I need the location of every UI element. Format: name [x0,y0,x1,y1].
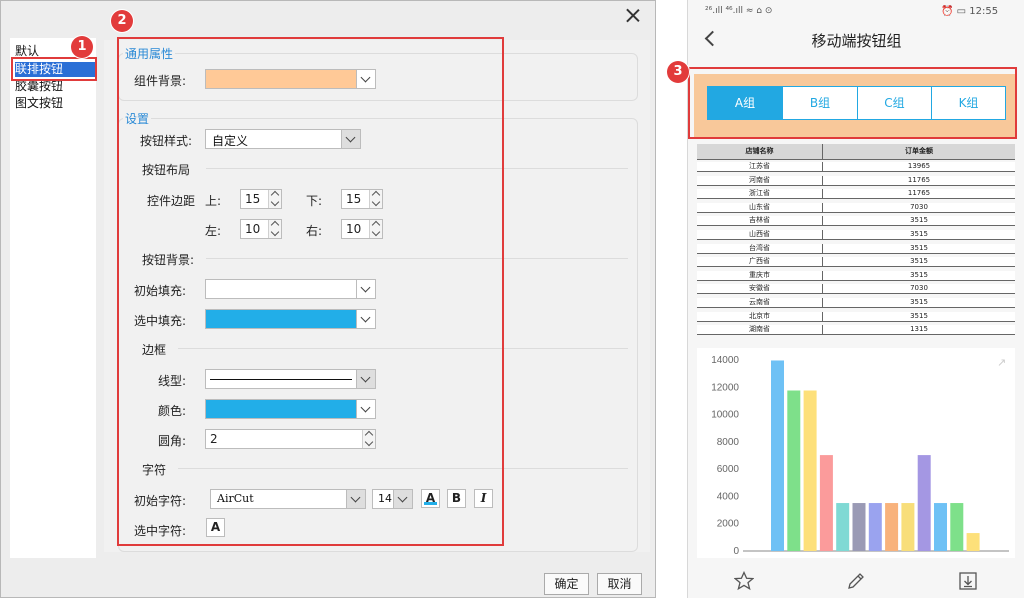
table-row: 北京市 3515 [697,311,1015,322]
bar-chart: 0 2000 4000 6000 8000 10000 12000 14000 ↗ [697,348,1015,558]
highlight-box-2 [117,37,504,546]
table-cell: 13965 [823,162,1015,172]
expand-icon[interactable]: ↗ [997,356,1006,369]
table-cell: 台湾省 [697,243,823,254]
table-cell: 山东省 [697,202,823,213]
table-row: 云南省 3515 [697,298,1015,308]
status-signal: ²⁶.ıll ⁴⁶.ıll ≈ ⌂ ⊙ [705,6,773,16]
download-icon[interactable] [958,571,978,591]
pencil-icon[interactable] [846,571,866,591]
badge-3: 3 [667,61,689,83]
table-row: 山西省 3515 [697,230,1015,240]
table-row: 浙江省 11765 [697,189,1015,200]
table-row: 山东省 7030 [697,202,1015,213]
badge-2: 2 [111,10,133,32]
y-tick-label: 4000 [717,491,740,502]
highlight-box-3 [688,67,1017,139]
chart-bar[interactable] [771,360,784,551]
table-row: 湖南省 1315 [697,325,1015,336]
table-cell: 广西省 [697,257,823,268]
table-cell: 浙江省 [697,189,823,200]
y-tick-label: 10000 [711,410,739,421]
star-icon[interactable] [734,571,754,591]
status-time: ⏰ ▭ 12:55 [941,6,999,17]
table-cell: 江苏省 [697,162,823,172]
table-cell: 湖南省 [697,325,823,336]
list-item-capsule[interactable]: 胶囊按钮 [15,79,95,94]
list-item-image-text[interactable]: 图文按钮 [15,96,95,111]
table-cell: 1315 [823,325,1015,336]
table-row: 江苏省 13965 [697,162,1015,172]
table-header-cell: 店铺名称 [697,144,823,160]
ok-button[interactable]: 确定 [544,573,589,595]
chart-bar[interactable] [934,503,947,551]
highlight-box-1 [11,57,97,81]
chart-bar[interactable] [901,503,915,551]
table-cell: 7030 [823,284,1015,295]
chart-bar[interactable] [966,533,980,551]
chart-bar[interactable] [852,503,866,551]
bar-chart-svg: 0 2000 4000 6000 8000 10000 12000 14000 [711,355,1009,557]
table-header-row: 店铺名称 订单金额 [697,144,1015,160]
chart-bar[interactable] [787,390,801,551]
y-tick-label: 8000 [717,437,740,448]
mobile-page-title: 移动端按钮组 [811,32,902,50]
cancel-button[interactable]: 取消 [597,573,642,595]
table-cell: 吉林省 [697,216,823,227]
table-cell: 3515 [823,216,1015,227]
y-tick-label: 0 [733,546,739,557]
table-row: 吉林省 3515 [697,216,1015,227]
table-header-cell: 订单金额 [823,144,1015,160]
y-tick-label: 12000 [711,382,739,393]
table-cell: 云南省 [697,298,823,308]
chart-bar[interactable] [885,503,899,551]
badge-1: 1 [71,36,93,58]
table-row: 安徽省 7030 [697,284,1015,295]
table-cell: 安徽省 [697,284,823,295]
button-type-list: 默认 联排按钮 胶囊按钮 图文按钮 [10,38,96,558]
table-row: 台湾省 3515 [697,243,1015,254]
table-cell: 11765 [823,175,1015,186]
chart-bar[interactable] [803,390,817,551]
table-cell: 北京市 [697,311,823,322]
close-icon[interactable] [620,3,646,29]
table-cell: 3515 [823,311,1015,322]
chart-bar[interactable] [868,503,882,551]
table-cell: 3515 [823,298,1015,308]
y-tick-label: 6000 [717,464,740,475]
y-tick-label: 2000 [717,519,740,530]
chart-bar[interactable] [836,503,850,551]
table-cell: 11765 [823,189,1015,200]
table-row: 河南省 11765 [697,175,1015,186]
y-tick-label: 14000 [711,355,739,366]
chart-bar[interactable] [917,455,931,551]
table-row: 广西省 3515 [697,257,1015,268]
table-cell: 7030 [823,202,1015,213]
chart-bar[interactable] [950,503,964,551]
table-cell: 重庆市 [697,270,823,281]
table-cell: 3515 [823,243,1015,254]
table-cell: 3515 [823,257,1015,268]
table-cell: 3515 [823,230,1015,240]
table-cell: 河南省 [697,175,823,186]
table-cell: 山西省 [697,230,823,240]
table-cell: 3515 [823,270,1015,281]
chart-bar[interactable] [819,455,833,551]
table-row: 重庆市 3515 [697,270,1015,281]
